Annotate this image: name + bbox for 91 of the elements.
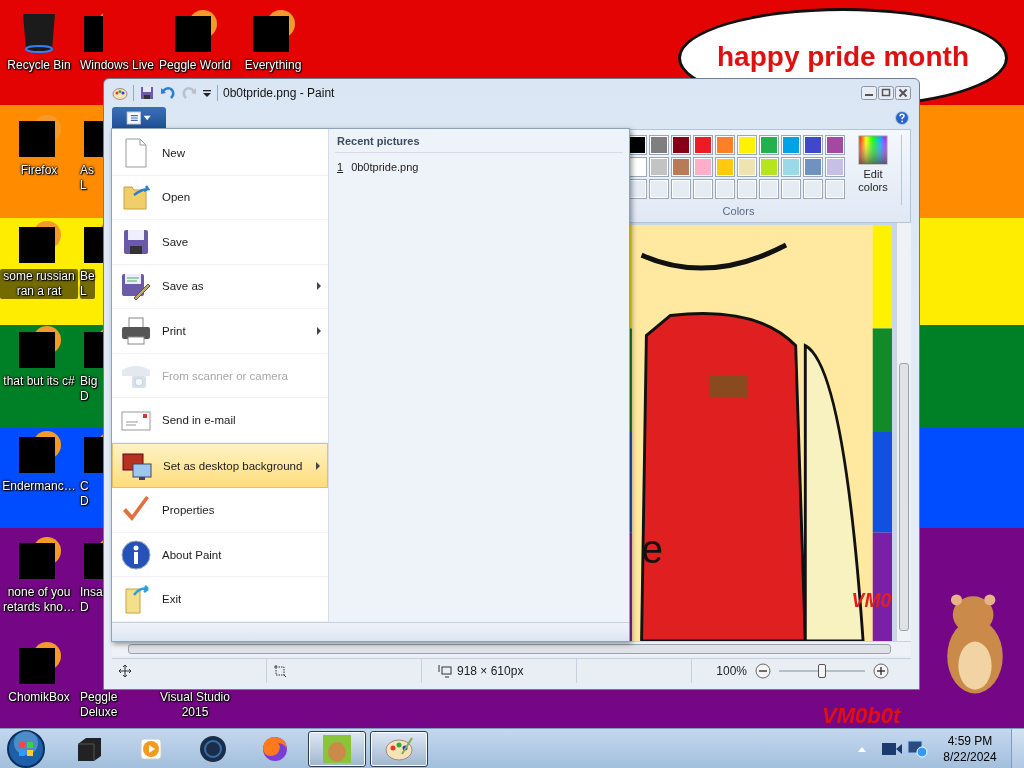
network-icon[interactable] [907, 739, 929, 758]
canvas-text: e [641, 525, 663, 571]
wallpaper-signature: VM0b0t [822, 703, 901, 729]
bubble-text: happy pride month [717, 41, 969, 73]
color-swatch[interactable] [803, 157, 823, 177]
horizontal-scrollbar[interactable] [112, 641, 911, 656]
icon-label[interactable]: Peggle World [159, 58, 231, 73]
vertical-scrollbar[interactable] [896, 223, 911, 641]
empty-swatch[interactable] [759, 179, 779, 199]
icon-label[interactable]: C D [80, 479, 89, 510]
menu-item[interactable]: Send in e-mail [112, 398, 328, 443]
recent-file-item[interactable]: 1 0b0tpride.png [335, 153, 421, 181]
undo-icon[interactable] [160, 85, 176, 101]
menu-icon [126, 111, 152, 125]
color-swatch[interactable] [781, 157, 801, 177]
color-swatch[interactable] [759, 157, 779, 177]
move-icon [118, 664, 132, 678]
menu-item[interactable]: Set as desktop background [112, 442, 328, 489]
empty-swatch[interactable] [715, 179, 735, 199]
icon-label[interactable]: that but its c# [3, 374, 75, 389]
empty-swatch[interactable] [803, 179, 823, 199]
icon-label[interactable]: ChomikBox [8, 689, 70, 705]
menu-item[interactable]: New [112, 131, 328, 176]
empty-swatch[interactable] [781, 179, 801, 199]
minimize-button[interactable] [861, 86, 877, 100]
menu-item-icon [120, 538, 152, 571]
color-swatch[interactable] [825, 157, 845, 177]
empty-swatch[interactable] [649, 179, 669, 199]
color-swatch[interactable] [671, 157, 691, 177]
color-swatch[interactable] [825, 135, 845, 155]
color-swatch[interactable] [693, 135, 713, 155]
palette-icon[interactable] [112, 85, 128, 101]
maximize-button[interactable] [878, 86, 894, 100]
icon-label[interactable]: Big D [80, 374, 98, 404]
empty-swatch[interactable] [737, 179, 757, 199]
edit-colors-button[interactable]: Edit colors [851, 135, 895, 194]
start-button[interactable] [6, 728, 46, 768]
menu-item[interactable]: Save as [112, 264, 328, 310]
selection-icon [273, 664, 287, 678]
menu-item[interactable]: Save [112, 220, 328, 265]
close-button[interactable] [895, 86, 911, 100]
color-swatch[interactable] [715, 135, 735, 155]
color-swatch[interactable] [693, 157, 713, 177]
empty-swatch[interactable] [693, 179, 713, 199]
zoom-slider[interactable] [779, 663, 865, 679]
image-size-icon [438, 664, 452, 678]
color-swatch[interactable] [649, 157, 669, 177]
clock[interactable]: 4:59 PM 8/22/2024 [933, 732, 1007, 765]
color-swatch[interactable] [737, 157, 757, 177]
icon-label[interactable]: Peggle Deluxe [80, 689, 156, 720]
save-icon[interactable] [139, 85, 155, 101]
group-label: Colors [722, 205, 755, 217]
color-spectrum-icon [858, 135, 888, 165]
icon-label[interactable]: Insa D [80, 584, 103, 615]
menu-item[interactable]: Properties [112, 488, 328, 533]
icon-label[interactable]: some russian ran a rat [0, 268, 78, 299]
recent-pictures-heading: Recent pictures [335, 133, 623, 153]
color-swatch[interactable] [803, 135, 823, 155]
color-swatch[interactable] [759, 135, 779, 155]
image-size: 918 × 610px [457, 664, 524, 678]
zoom-thumb[interactable] [818, 664, 826, 678]
icon-label[interactable]: none of you retards kno… [0, 584, 78, 615]
color-swatch[interactable] [781, 135, 801, 155]
icon-label[interactable]: Windows Live [80, 58, 155, 73]
color-swatch[interactable] [649, 135, 669, 155]
canvas-text: VM0 [851, 588, 892, 611]
menu-item-icon [120, 314, 152, 347]
taskbar-button[interactable] [308, 730, 366, 767]
color-swatch[interactable] [671, 135, 691, 155]
window-title: 0b0tpride.png - Paint [223, 86, 335, 100]
help-icon[interactable] [895, 111, 909, 125]
color-swatch[interactable] [737, 135, 757, 155]
globe-icon [198, 733, 228, 764]
icon-label[interactable]: Recycle Bin [7, 58, 71, 73]
zoom-percent: 100% [716, 664, 747, 678]
icon-label[interactable]: Be L [80, 268, 95, 299]
color-swatch[interactable] [715, 157, 735, 177]
icon-label[interactable]: Visual Studio 2015 [156, 690, 234, 720]
dropdown-icon[interactable] [202, 88, 212, 98]
zoom-in-button[interactable] [873, 663, 889, 679]
empty-swatch[interactable] [825, 179, 845, 199]
menu-item[interactable]: Print [112, 309, 328, 354]
icon-label[interactable]: Endermanc… [2, 479, 76, 495]
taskbar-button[interactable] [370, 730, 428, 767]
menu-item[interactable]: About Paint [112, 532, 328, 578]
icon-label[interactable]: Everything [244, 58, 302, 73]
menu-item[interactable]: Open [112, 175, 328, 221]
file-menu-button[interactable] [112, 107, 166, 129]
zoom-out-button[interactable] [755, 663, 771, 679]
empty-swatch[interactable] [671, 179, 691, 199]
hamster-icon [322, 733, 352, 764]
